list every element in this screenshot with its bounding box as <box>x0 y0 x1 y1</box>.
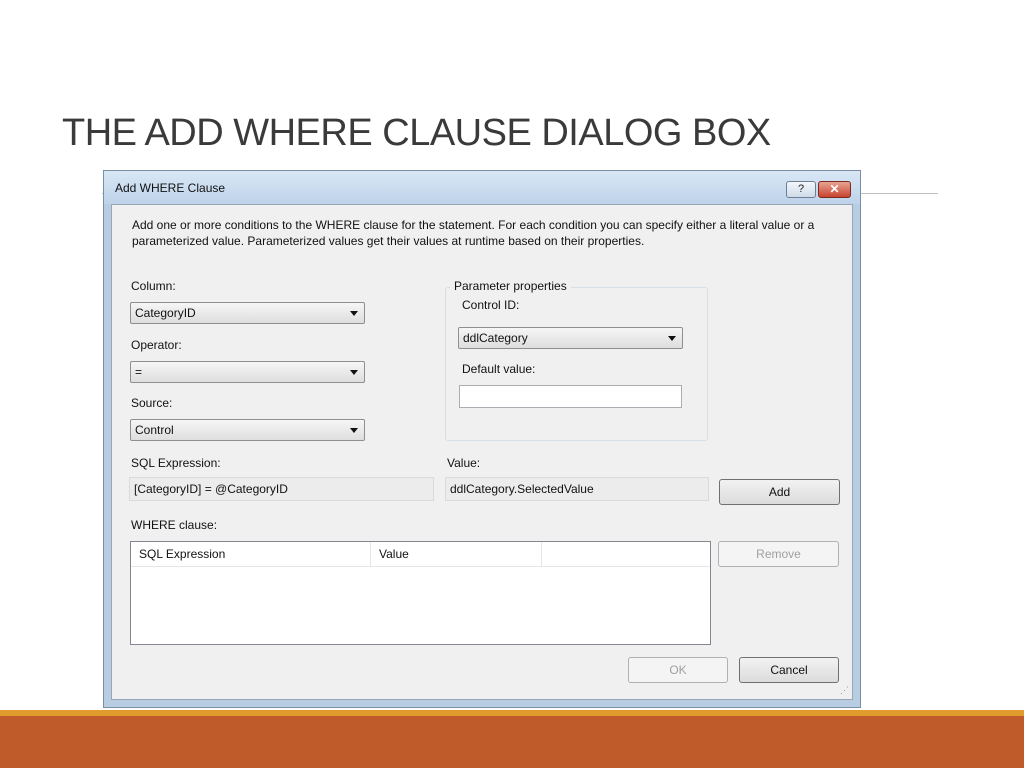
control-id-dropdown[interactable]: ddlCategory <box>458 327 683 349</box>
column-dropdown[interactable]: CategoryID <box>130 302 365 324</box>
operator-label: Operator: <box>131 338 182 352</box>
column-header-empty[interactable] <box>542 542 710 566</box>
source-dropdown[interactable]: Control <box>130 419 365 441</box>
dialog-description: Add one or more conditions to the WHERE … <box>132 218 815 248</box>
chevron-down-icon <box>350 370 358 375</box>
control-id-label: Control ID: <box>462 298 520 312</box>
slide-title: THE ADD WHERE CLAUSE DIALOG BOX <box>62 112 771 154</box>
chevron-down-icon <box>350 311 358 316</box>
ok-button[interactable]: OK <box>628 657 728 683</box>
chevron-down-icon <box>668 336 676 341</box>
column-dropdown-value: CategoryID <box>135 306 196 320</box>
remove-button[interactable]: Remove <box>718 541 839 567</box>
where-clause-list[interactable]: SQL Expression Value <box>130 541 711 645</box>
sql-expression-field: [CategoryID] = @CategoryID <box>129 477 434 501</box>
where-clause-label: WHERE clause: <box>131 518 218 532</box>
add-where-clause-dialog: Add WHERE Clause ? ✕ Add one or more con… <box>103 170 861 708</box>
value-field: ddlCategory.SelectedValue <box>445 477 709 501</box>
dialog-title: Add WHERE Clause <box>115 181 226 195</box>
parameter-properties-legend: Parameter properties <box>450 279 571 293</box>
default-value-label: Default value: <box>462 362 536 376</box>
source-dropdown-value: Control <box>135 423 174 437</box>
column-header-value[interactable]: Value <box>371 542 542 566</box>
add-button[interactable]: Add <box>719 479 840 505</box>
chevron-down-icon <box>350 428 358 433</box>
dialog-client-area: Add one or more conditions to the WHERE … <box>111 204 853 700</box>
default-value-input[interactable] <box>459 385 682 408</box>
column-label: Column: <box>131 279 176 293</box>
dialog-titlebar[interactable]: Add WHERE Clause ? ✕ <box>104 171 860 204</box>
resize-grip-icon[interactable]: ⋰ <box>840 685 849 696</box>
source-label: Source: <box>131 396 173 410</box>
operator-dropdown[interactable]: = <box>130 361 365 383</box>
footer-band <box>0 716 1024 768</box>
close-button[interactable]: ✕ <box>818 181 851 198</box>
sql-expression-label: SQL Expression: <box>131 456 221 470</box>
operator-dropdown-value: = <box>135 365 143 379</box>
control-id-dropdown-value: ddlCategory <box>463 331 528 345</box>
cancel-button[interactable]: Cancel <box>739 657 839 683</box>
help-button[interactable]: ? <box>786 181 816 198</box>
column-header-sql-expression[interactable]: SQL Expression <box>131 542 371 566</box>
list-header: SQL Expression Value <box>131 542 710 567</box>
value-label: Value: <box>447 456 481 470</box>
